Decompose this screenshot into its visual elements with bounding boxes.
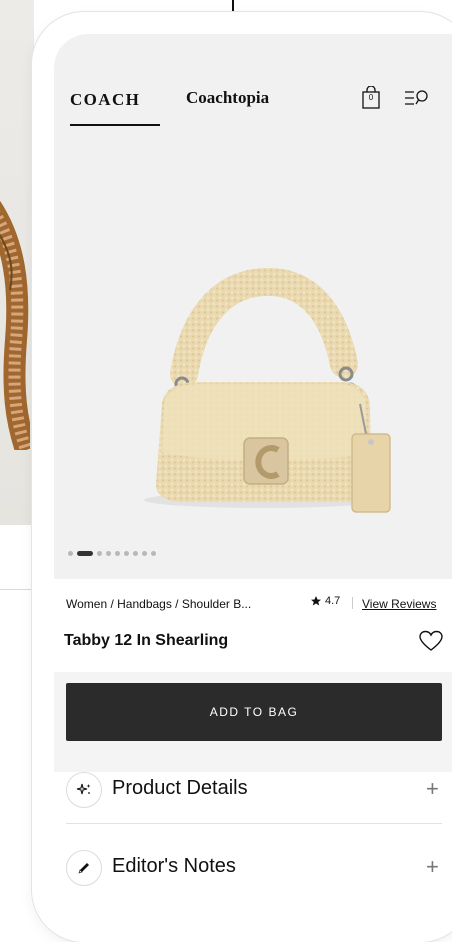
carousel-dot[interactable] — [142, 550, 147, 556]
background-bag-strap-image — [0, 200, 30, 450]
carousel-dot[interactable] — [151, 550, 156, 556]
bag-count: 0 — [368, 93, 374, 102]
carousel-dot[interactable] — [97, 550, 102, 556]
plus-icon: + — [426, 854, 439, 879]
wishlist-heart-graphic — [419, 630, 443, 651]
pencil-icon — [66, 850, 102, 886]
plus-icon: + — [426, 776, 439, 801]
view-reviews-link[interactable]: View Reviews — [362, 597, 436, 611]
carousel-dot[interactable] — [124, 550, 129, 556]
carousel-dot[interactable] — [133, 550, 138, 556]
rating-value: 4.7 — [325, 595, 341, 607]
carousel-dot[interactable] — [106, 550, 111, 556]
editors-notes-label: Editor's Notes — [112, 855, 236, 877]
carousel-dots[interactable] — [68, 550, 156, 556]
sparkle-icon-graphic — [76, 783, 91, 795]
add-to-bag-button[interactable]: ADD TO BAG — [66, 683, 442, 741]
heart-icon[interactable] — [419, 630, 443, 652]
breadcrumb[interactable]: Women / Handbags / Shoulder B... — [66, 597, 251, 611]
accordion-divider — [66, 823, 442, 824]
pencil-icon-graphic — [78, 863, 89, 874]
product-title: Tabby 12 In Shearling — [64, 632, 229, 649]
star-icon — [311, 596, 321, 606]
product-details-label: Product Details — [112, 777, 248, 799]
menu-search-icon-graphic — [405, 90, 428, 105]
coach-logo[interactable]: COACH — [70, 90, 140, 110]
coachtopia-link[interactable]: Coachtopia — [186, 88, 269, 108]
background-divider — [232, 0, 234, 12]
accordion-product-details[interactable]: Product Details + — [66, 758, 442, 822]
accordion-editors-notes[interactable]: Editor's Notes + — [66, 836, 442, 900]
product-hero: COACH Coachtopia 0 — [54, 34, 452, 579]
active-brand-underline — [70, 124, 160, 126]
product-rating: 4.7 — [310, 595, 340, 607]
carousel-dot[interactable] — [115, 550, 120, 556]
rating-separator — [352, 597, 353, 609]
carousel-dot-active[interactable] — [77, 550, 93, 556]
menu-search-icon[interactable] — [404, 88, 430, 108]
shopping-bag-icon[interactable]: 0 — [360, 85, 382, 110]
phone-frame: COACH Coachtopia 0 Women / Handbags / Sh… — [32, 12, 452, 942]
sparkle-icon — [66, 772, 102, 808]
carousel-dot[interactable] — [68, 550, 73, 556]
product-image[interactable] — [134, 254, 404, 514]
phone-screen: COACH Coachtopia 0 Women / Handbags / Sh… — [54, 34, 452, 934]
